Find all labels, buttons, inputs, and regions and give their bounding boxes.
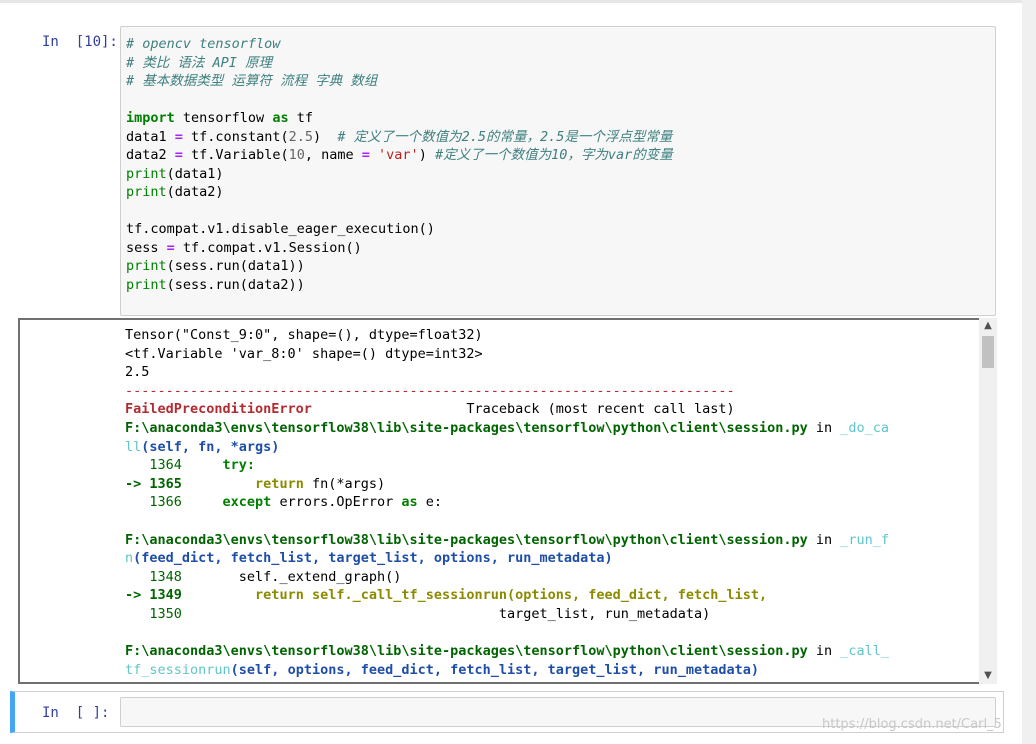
- traceback-line: 1366 except errors.OpError as e:: [125, 494, 443, 511]
- traceback-line: 1350 target_list, run_metadata): [125, 605, 711, 622]
- watermark: https://blog.csdn.net/Carl_5: [822, 717, 1002, 732]
- top-border: [0, 0, 1036, 3]
- code-line: # 类比 语法 API 原理: [126, 54, 273, 71]
- code-line: # 基本数据类型 运算符 流程 字典 数组: [126, 73, 378, 89]
- traceback-line: 1364 try:: [125, 457, 256, 474]
- cell-prompt: In [ ]:: [42, 705, 110, 721]
- output-line-blank: [125, 624, 889, 643]
- scroll-down-icon[interactable]: ▼: [979, 668, 997, 684]
- code-line: print(data2): [126, 184, 224, 200]
- code-line: # opencv tensorflow: [126, 36, 281, 52]
- traceback-frame: F:\anaconda3\envs\tensorflow38\lib\site-…: [125, 419, 890, 436]
- code-line: data2 = tf.Variable(10, name = 'var') #定…: [126, 147, 673, 163]
- code-line: tf.compat.v1.disable_eager_execution(): [126, 221, 435, 237]
- code-line: print(sess.run(data1)): [126, 258, 305, 274]
- traceback-frame: F:\anaconda3\envs\tensorflow38\lib\site-…: [125, 643, 890, 660]
- code-editor[interactable]: # opencv tensorflow # 类比 语法 API 原理 # 基本数…: [120, 26, 996, 316]
- cell-prompt: In [10]:: [42, 34, 118, 50]
- traceback-line-current: -> 1365 return fn(*args): [125, 475, 386, 492]
- cell-output[interactable]: Tensor("Const_9:0", shape=(), dtype=floa…: [18, 318, 997, 684]
- output-scrollbar[interactable]: ▲ ▼: [979, 318, 997, 684]
- traceback-line-current: -> 1349 return self._call_tf_sessionrun(…: [125, 587, 768, 604]
- traceback-frame: F:\anaconda3\envs\tensorflow38\lib\site-…: [125, 531, 890, 548]
- code-line: print(data1): [126, 165, 224, 182]
- traceback-line: 1348 self._extend_graph(): [125, 568, 402, 585]
- scroll-thumb[interactable]: [982, 336, 994, 368]
- traceback-separator: ----------------------------------------…: [125, 382, 735, 399]
- scroll-up-icon[interactable]: ▲: [979, 318, 997, 334]
- traceback-frame: tf_sessionrun(self, options, feed_dict, …: [125, 661, 759, 678]
- code-line: sess = tf.compat.v1.Session(): [126, 239, 362, 256]
- traceback-header: FailedPreconditionError Traceback (most …: [125, 401, 735, 418]
- page-scrollbar[interactable]: [1022, 0, 1036, 744]
- output-line: <tf.Variable 'var_8:0' shape=() dtype=in…: [125, 345, 483, 362]
- traceback-frame: ll(self, fn, *args): [125, 438, 280, 455]
- code-line: import tensorflow as tf: [126, 110, 313, 126]
- output-line: 2.5: [125, 364, 150, 381]
- output-line-blank: [125, 512, 889, 531]
- code-line: data1 = tf.constant(2.5) # 定义了一个数值为2.5的常…: [126, 128, 673, 145]
- output-line: Tensor("Const_9:0", shape=(), dtype=floa…: [125, 327, 483, 343]
- traceback-frame: n(feed_dict, fetch_list, target_list, op…: [125, 550, 613, 567]
- code-line: print(sess.run(data2)): [126, 276, 305, 293]
